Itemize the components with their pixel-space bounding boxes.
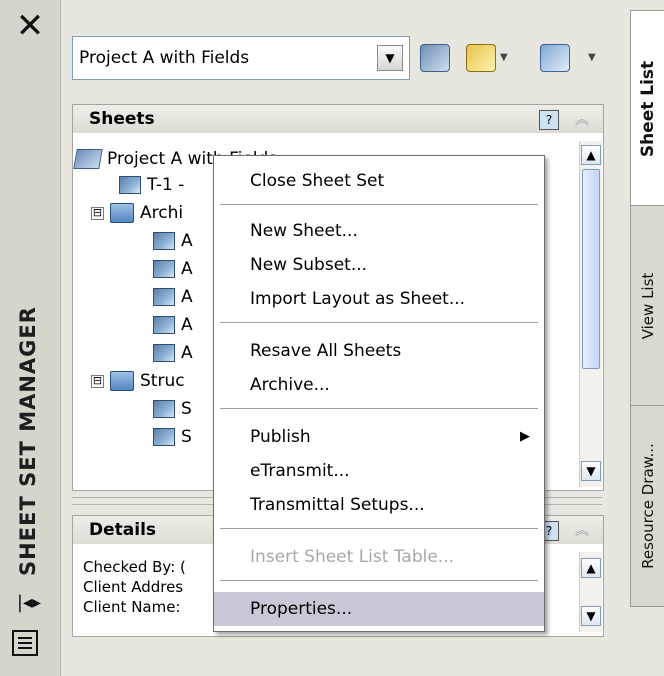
menu-item-properties[interactable]: Properties... xyxy=(214,592,544,626)
menu-item-insert-sheet-list-table: Insert Sheet List Table... xyxy=(250,547,455,567)
scroll-up-icon[interactable]: ▲ xyxy=(581,558,601,578)
tree-row[interactable]: S xyxy=(153,395,192,423)
scroll-up-icon[interactable]: ▲ xyxy=(581,145,601,165)
sheet-icon xyxy=(153,232,175,250)
sheet-icon xyxy=(119,176,141,194)
menu-separator xyxy=(220,528,538,529)
menu-item-transmittal-setups[interactable]: Transmittal Setups... xyxy=(214,488,544,522)
tab-view-list[interactable]: View List xyxy=(630,205,664,407)
menu-item-label: Publish xyxy=(250,427,311,447)
menu-item-archive[interactable]: Archive... xyxy=(214,368,544,402)
subset-icon xyxy=(110,203,134,223)
tree-row[interactable]: A xyxy=(153,339,193,367)
details-panel-title: Details xyxy=(89,520,157,540)
tree-row[interactable]: A xyxy=(153,311,193,339)
publish-button[interactable]: ▼ xyxy=(462,40,512,74)
properties-icon[interactable] xyxy=(12,630,42,660)
tree-row-subset[interactable]: ⊟ Archi xyxy=(91,199,183,227)
sheet-icon xyxy=(153,316,175,334)
sheet-set-select-value: Project A with Fields xyxy=(79,48,250,68)
palette-title-bar: ✕ SHEET SET MANAGER |◂▸ xyxy=(0,0,61,676)
sheet-icon xyxy=(153,428,175,446)
chevron-down-icon[interactable]: ▼ xyxy=(588,52,596,63)
sheet-set-select[interactable]: Project A with Fields ▼ xyxy=(72,36,410,80)
publish-icon xyxy=(420,44,450,72)
collapse-tree-icon[interactable]: ⊟ xyxy=(91,206,104,220)
tree-row-label: A xyxy=(181,287,193,307)
tree-row-label: T-1 - xyxy=(147,175,185,195)
sheet-icon xyxy=(153,288,175,306)
tree-row[interactable]: A xyxy=(153,283,193,311)
menu-item-new-sheet[interactable]: New Sheet... xyxy=(214,214,544,248)
tab-resource-drawings[interactable]: Resource Draw... xyxy=(630,405,664,607)
sheets-scrollbar[interactable]: ▲ ▼ xyxy=(579,141,602,487)
tree-row-label: S xyxy=(181,399,192,419)
tab-label: Resource Draw... xyxy=(639,443,657,569)
collapse-icon[interactable]: ︽ xyxy=(575,109,589,129)
tree-row-label: A xyxy=(181,231,193,251)
tree-row-label: A xyxy=(181,259,193,279)
menu-item-close-sheet-set[interactable]: Close Sheet Set xyxy=(214,164,544,198)
scroll-thumb[interactable] xyxy=(582,169,600,369)
menu-item-publish[interactable]: Publish ▶ xyxy=(214,420,544,454)
subset-icon xyxy=(110,371,134,391)
chevron-down-icon[interactable]: ▼ xyxy=(500,52,508,63)
menu-item-resave-all-sheets[interactable]: Resave All Sheets xyxy=(214,334,544,368)
tree-row-label: Archi xyxy=(140,203,184,223)
sheets-panel-title: Sheets xyxy=(89,109,155,129)
tab-sheet-list[interactable]: Sheet List xyxy=(630,10,664,207)
tab-label: View List xyxy=(639,272,657,340)
menu-separator xyxy=(220,204,538,205)
sheet-icon xyxy=(153,344,175,362)
tree-row[interactable]: A xyxy=(153,227,193,255)
tree-row-label: S xyxy=(181,427,192,447)
tree-row[interactable]: T-1 - xyxy=(119,171,184,199)
palette-title: SHEET SET MANAGER xyxy=(16,306,40,576)
tab-label: Sheet List xyxy=(638,60,658,157)
tree-row-label: A xyxy=(181,343,193,363)
close-icon[interactable]: ✕ xyxy=(10,6,50,46)
tree-row[interactable]: S xyxy=(153,423,192,451)
detail-row: Checked By: ( xyxy=(83,558,186,576)
plotter-icon xyxy=(466,44,496,72)
collapse-tree-icon[interactable]: ⊟ xyxy=(91,374,104,388)
sheet-icon xyxy=(153,400,175,418)
sheet-icon xyxy=(153,260,175,278)
tree-row-label: A xyxy=(181,315,193,335)
menu-separator xyxy=(220,580,538,581)
menu-separator xyxy=(220,322,538,323)
submenu-arrow-icon: ▶ xyxy=(520,429,530,444)
palette-tabs: Sheet List View List Resource Draw... xyxy=(630,0,664,676)
autohide-icon[interactable]: |◂▸ xyxy=(12,592,46,614)
collapse-icon[interactable]: ︽ xyxy=(575,520,589,540)
chevron-down-icon[interactable]: ▼ xyxy=(377,45,403,71)
help-icon[interactable]: ? xyxy=(539,110,559,130)
context-menu: Close Sheet Set New Sheet... New Subset.… xyxy=(213,155,545,632)
menu-separator xyxy=(220,408,538,409)
detail-row: Client Addres xyxy=(83,578,184,596)
sheet-set-icon xyxy=(73,149,103,169)
sheets-panel-header: Sheets ? ︽ xyxy=(73,105,603,133)
sheet-selections-icon xyxy=(540,44,570,72)
menu-item-etransmit[interactable]: eTransmit... xyxy=(214,454,544,488)
tree-row-label: Struc xyxy=(140,371,185,391)
menu-item-new-subset[interactable]: New Subset... xyxy=(214,248,544,282)
details-scrollbar[interactable]: ▲ ▼ xyxy=(579,552,602,632)
tree-row-subset[interactable]: ⊟ Struc xyxy=(91,367,185,395)
scroll-down-icon[interactable]: ▼ xyxy=(581,461,601,481)
menu-item-import-layout[interactable]: Import Layout as Sheet... xyxy=(214,282,544,316)
tree-row[interactable]: A xyxy=(153,255,193,283)
scroll-down-icon[interactable]: ▼ xyxy=(581,606,601,626)
publish-to-dwf-button[interactable] xyxy=(414,40,454,74)
detail-row: Client Name: xyxy=(83,598,181,616)
sheet-selections-button[interactable]: ▼ xyxy=(536,40,602,74)
